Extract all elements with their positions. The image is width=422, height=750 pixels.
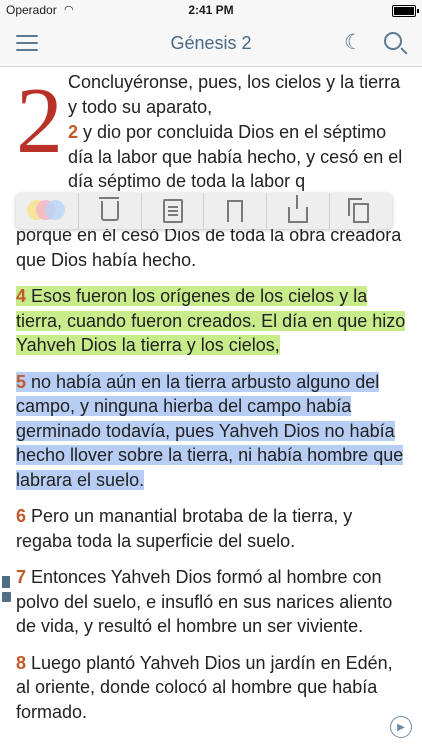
battery-icon bbox=[392, 5, 419, 17]
copy-icon bbox=[348, 198, 370, 223]
bookmark-marker-icon[interactable] bbox=[2, 576, 10, 588]
highlight-blue: 5 no había aún en la tierra arbusto algu… bbox=[16, 371, 404, 490]
highlight-colors-icon bbox=[26, 200, 67, 222]
verse-6[interactable]: 6 Pero un manantial brotaba de la tierra… bbox=[16, 504, 406, 553]
verse-text: y dio por concluida Dios en el séptimo d… bbox=[68, 122, 403, 191]
verse-2[interactable]: 2 y dio por concluida Dios en el séptimo… bbox=[16, 120, 406, 194]
verse-text: Concluyéronse, pues, los cielos y la tie… bbox=[68, 72, 401, 117]
verse-number: 5 bbox=[16, 371, 27, 392]
verse-4[interactable]: 4 Esos fueron los orígenes de los cielos… bbox=[16, 284, 406, 358]
note-icon bbox=[162, 199, 183, 223]
note-marker-icon[interactable] bbox=[2, 592, 11, 602]
copy-button[interactable] bbox=[329, 193, 392, 229]
verse-8[interactable]: 8 Luego plantó Yahveh Dios un jardín en … bbox=[16, 651, 406, 725]
verse-text: Luego plantó Yahveh Dios un jardín en Ed… bbox=[16, 652, 393, 722]
verse-text: Entonces Yahveh Dios formó al hombre con… bbox=[16, 567, 393, 636]
verse-action-popover bbox=[16, 193, 392, 229]
share-button[interactable] bbox=[266, 193, 329, 229]
note-button[interactable] bbox=[140, 193, 204, 229]
verse-1[interactable]: 2 Concluyéronse, pues, los cielos y la t… bbox=[16, 70, 406, 168]
delete-button[interactable] bbox=[77, 193, 141, 229]
verse-number: 7 bbox=[16, 567, 27, 587]
verse-5[interactable]: 5 no había aún en la tierra arbusto algu… bbox=[16, 370, 406, 493]
trash-icon bbox=[98, 197, 119, 221]
moon-stars-icon[interactable]: ☾ bbox=[344, 30, 363, 55]
verse-number: 2 bbox=[68, 122, 79, 142]
status-bar: Operador ◠ 2:41 PM bbox=[0, 0, 422, 20]
chapter-text: 2 Concluyéronse, pues, los cielos y la t… bbox=[16, 66, 406, 724]
verse-number: 8 bbox=[16, 652, 27, 673]
bookmark-button[interactable] bbox=[203, 193, 266, 229]
verse-7[interactable]: 7 Entonces Yahveh Dios formó al hombre c… bbox=[16, 565, 406, 639]
verse-text: Esos fueron los orígenes de los cielos y… bbox=[16, 286, 406, 355]
verse-number: 4 bbox=[16, 286, 27, 306]
verse-text: no había aún en la tierra arbusto alguno… bbox=[16, 371, 404, 490]
bookmark-icon bbox=[227, 200, 244, 222]
play-icon: ▶ bbox=[397, 721, 405, 733]
verse-number: 6 bbox=[16, 506, 27, 526]
nav-bar: Génesis 2 ☾ bbox=[0, 20, 422, 67]
highlight-colors-button[interactable] bbox=[16, 193, 78, 229]
verse-text: Pero un manantial brotaba de la tierra, … bbox=[16, 506, 353, 551]
highlight-green: 4 Esos fueron los orígenes de los cielos… bbox=[16, 286, 406, 355]
search-icon[interactable] bbox=[384, 32, 402, 50]
play-audio-button[interactable]: ▶ bbox=[390, 716, 412, 738]
status-time: 2:41 PM bbox=[188, 3, 234, 17]
share-icon bbox=[288, 195, 309, 223]
